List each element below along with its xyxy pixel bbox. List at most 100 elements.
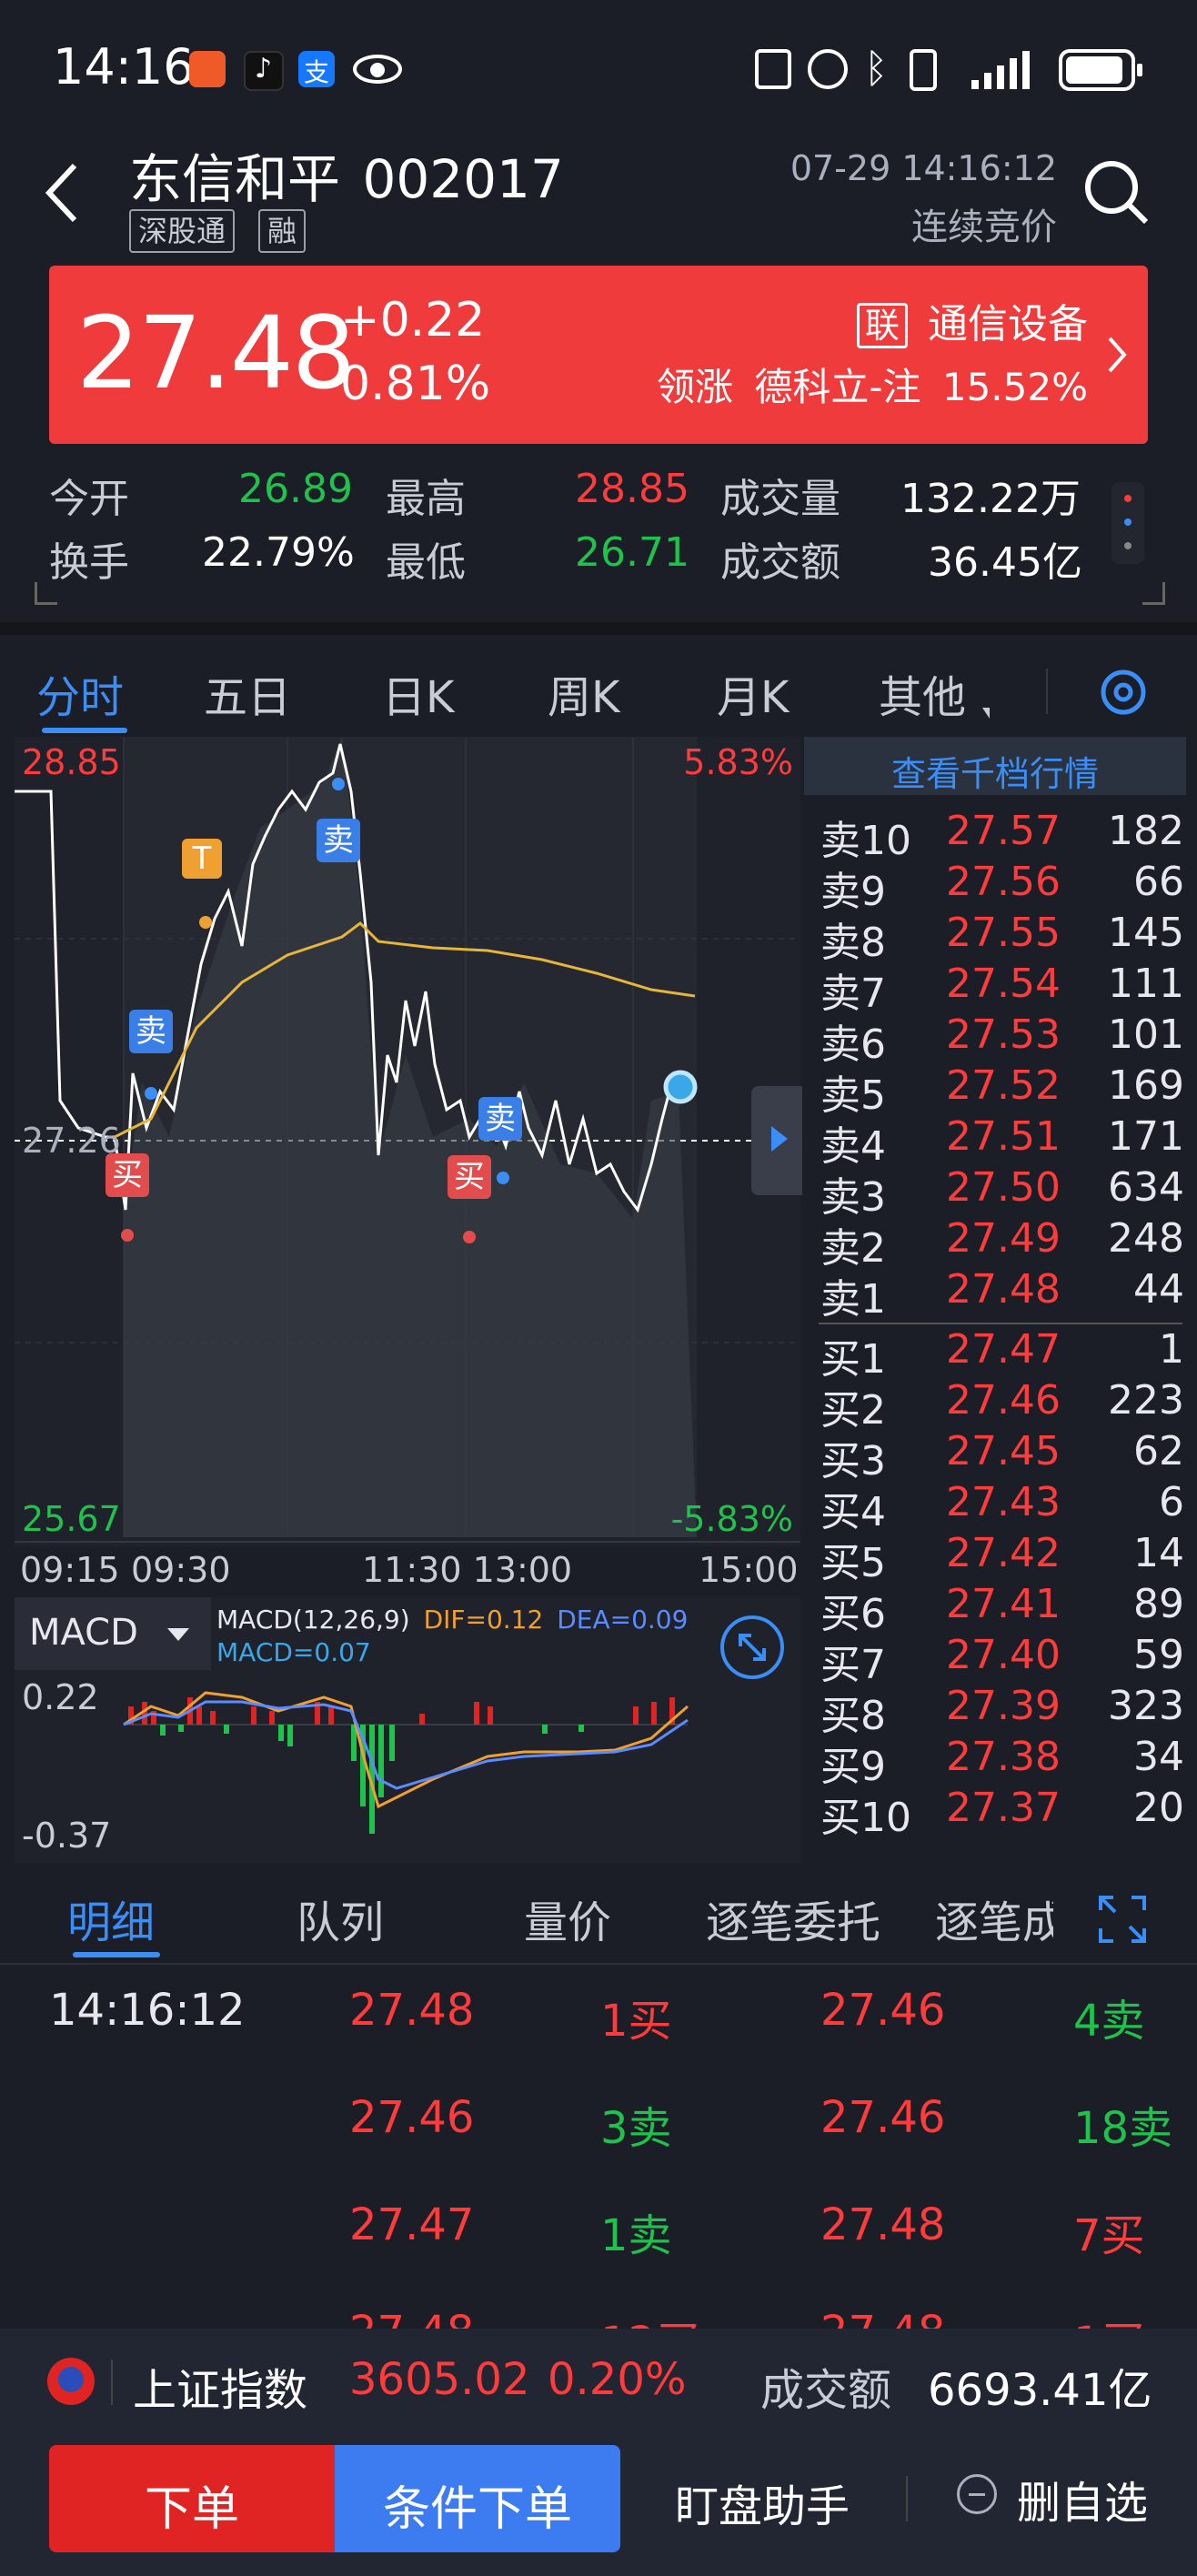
bid-row[interactable]: 买3 27.45 62 — [820, 1428, 1184, 1484]
macd-selector-label: MACD — [29, 1612, 138, 1654]
order-button[interactable]: 下单 — [49, 2445, 335, 2552]
ask-row[interactable]: 卖1 27.48 44 — [820, 1266, 1184, 1323]
trade-detail-row: 27.48 12买 27.48 1买 — [0, 2296, 1197, 2329]
bid-row[interactable]: 买4 27.43 6 — [820, 1479, 1184, 1535]
trade-volume: 18卖 — [1073, 2103, 1173, 2154]
level-price: 27.49 — [946, 1215, 1061, 1262]
level-volume: 182 — [1108, 808, 1184, 854]
stats-expand-corner[interactable] — [1142, 582, 1165, 605]
chart-settings-button[interactable] — [1091, 660, 1155, 724]
eye-icon — [353, 55, 402, 84]
ask-row[interactable]: 卖5 27.52 169 — [820, 1062, 1184, 1119]
marker-buy[interactable]: 买 — [106, 1153, 149, 1197]
level-volume: 89 — [1133, 1581, 1184, 1627]
marker-sell[interactable]: 卖 — [317, 819, 360, 862]
tab-other[interactable]: 其他 — [879, 661, 966, 725]
ask-row[interactable]: 卖3 27.50 634 — [820, 1164, 1184, 1221]
ask-row[interactable]: 卖7 27.54 111 — [820, 961, 1184, 1017]
tab-volume-price[interactable]: 量价 — [524, 1887, 611, 1950]
actions-divider — [906, 2476, 908, 2521]
orderbook-toggle[interactable] — [751, 1086, 802, 1195]
watch-assistant-button[interactable]: 盯盘助手 — [675, 2470, 850, 2534]
ask-row[interactable]: 卖9 27.56 66 — [820, 859, 1184, 915]
marker-buy[interactable]: 买 — [448, 1155, 491, 1199]
industry-tag: 联 — [856, 303, 908, 348]
time-label: 09:30 — [131, 1550, 231, 1590]
stats-expand-corner[interactable] — [35, 582, 57, 605]
marker-sell[interactable]: 卖 — [478, 1097, 522, 1141]
stat-turnover-label: 换手 — [49, 539, 129, 586]
bid-row[interactable]: 买9 27.38 34 — [820, 1734, 1184, 1790]
search-button[interactable] — [1081, 156, 1153, 229]
chevron-left-icon — [45, 163, 77, 223]
ask-row[interactable]: 卖2 27.49 248 — [820, 1215, 1184, 1272]
level-price: 27.41 — [946, 1581, 1061, 1627]
trade-time: 14:16:12 — [49, 1985, 246, 2036]
trade-volume: 7买 — [1073, 2210, 1145, 2261]
tab-monthly-k[interactable]: 月K — [717, 661, 789, 725]
tab-detail[interactable]: 明细 — [67, 1887, 155, 1950]
full-depth-button[interactable]: 查看千档行情 — [804, 737, 1186, 795]
battery-icon — [1059, 49, 1142, 91]
index-name[interactable]: 上证指数 — [133, 2354, 307, 2418]
bid-row[interactable]: 买5 27.42 14 — [820, 1530, 1184, 1586]
back-button[interactable] — [36, 155, 91, 227]
level-price: 27.48 — [946, 1266, 1061, 1313]
trade-volume: 1买 — [1073, 2307, 1145, 2329]
bid-row[interactable]: 买10 27.37 20 — [820, 1785, 1184, 1841]
level-label: 卖7 — [820, 971, 886, 1017]
level-volume: 34 — [1133, 1734, 1184, 1780]
trade-price: 27.46 — [349, 2092, 475, 2143]
full-depth-label: 查看千档行情 — [890, 754, 1099, 794]
bid-row[interactable]: 买1 27.47 1 — [820, 1326, 1184, 1383]
detail-fullscreen-button[interactable] — [1097, 1894, 1148, 1945]
tab-intraday[interactable]: 分时 — [36, 661, 124, 725]
tab-trade-by-trade[interactable]: 逐笔成 — [935, 1887, 1053, 1950]
level-price: 27.52 — [946, 1062, 1061, 1109]
level-volume: 62 — [1133, 1428, 1184, 1474]
trade-detail-row: 27.46 3卖 27.46 18卖 — [0, 2081, 1197, 2172]
level-label: 买8 — [820, 1693, 886, 1739]
tab-five-day[interactable]: 五日 — [204, 661, 291, 725]
level-label: 卖5 — [820, 1072, 886, 1119]
macd-panel[interactable]: MACD MACD(12,26,9) DIF=0.12 DEA=0.09 MAC… — [15, 1597, 800, 1863]
level-label: 买6 — [820, 1591, 886, 1637]
tab-daily-k[interactable]: 日K — [382, 661, 454, 725]
ask-row[interactable]: 卖6 27.53 101 — [820, 1011, 1184, 1068]
triangle-down-icon — [982, 708, 990, 719]
macd-dif: DIF=0.12 — [423, 1605, 544, 1635]
bid-row[interactable]: 买8 27.39 323 — [820, 1683, 1184, 1739]
intraday-chart[interactable]: 28.85 27.26 25.67 5.83% -5.83% T 卖 卖 卖 买… — [15, 737, 802, 1546]
level-price: 27.40 — [946, 1632, 1061, 1678]
bid-row[interactable]: 买7 27.40 59 — [820, 1632, 1184, 1688]
quote-banner[interactable]: 27.48 +0.22 0.81% 联 通信设备 领涨 德科立-注 15.52% — [49, 266, 1148, 444]
level-volume: 634 — [1108, 1164, 1184, 1211]
bid-row[interactable]: 买2 27.46 223 — [820, 1377, 1184, 1434]
intraday-chart-svg[interactable] — [15, 737, 800, 1546]
alipay-icon: 支 — [298, 51, 335, 87]
index-value: 3605.02 — [349, 2354, 530, 2405]
tab-weekly-k[interactable]: 周K — [548, 661, 619, 725]
ask-row[interactable]: 卖4 27.51 171 — [820, 1113, 1184, 1170]
stats-more-button[interactable] — [1112, 482, 1144, 564]
marker-sell[interactable]: 卖 — [129, 1010, 173, 1053]
tab-queue[interactable]: 队列 — [297, 1887, 384, 1950]
ask-row[interactable]: 卖10 27.57 182 — [820, 808, 1184, 864]
level-label: 买7 — [820, 1642, 886, 1688]
level-label: 卖3 — [820, 1174, 886, 1221]
tab-order-by-order[interactable]: 逐笔委托 — [706, 1887, 880, 1950]
industry-link[interactable]: 联 通信设备 — [856, 291, 1088, 349]
marker-t[interactable]: T — [182, 839, 222, 879]
bid-row[interactable]: 买6 27.41 89 — [820, 1581, 1184, 1637]
tag-margin: 融 — [258, 209, 307, 253]
order-book: 查看千档行情 卖10 27.57 182 卖9 27.56 66 卖8 27.55 145 卖7 2… — [804, 737, 1186, 1865]
chart-time-axis — [15, 1541, 800, 1543]
tab-active-indicator — [42, 728, 127, 733]
level-label: 卖4 — [820, 1123, 886, 1170]
ask-row[interactable]: 卖8 27.55 145 — [820, 910, 1184, 966]
conditional-order-button[interactable]: 条件下单 — [335, 2445, 620, 2552]
index-divider — [111, 2360, 113, 2405]
nfc-icon — [755, 49, 791, 89]
level-volume: 1 — [1159, 1326, 1184, 1373]
macd-selector[interactable]: MACD — [15, 1597, 211, 1670]
